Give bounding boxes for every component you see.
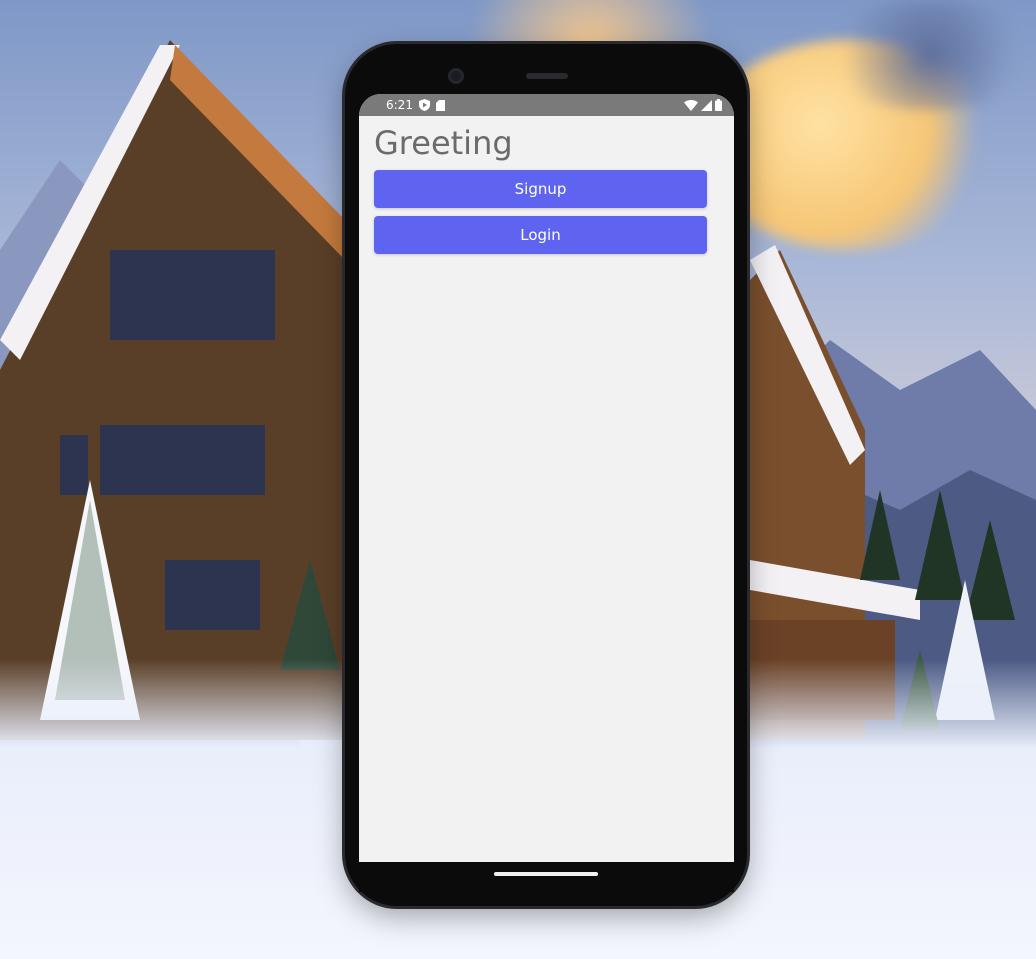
earpiece-speaker [526, 73, 568, 79]
signup-button[interactable]: Signup [374, 170, 707, 208]
android-emulator-phone: 6:21 Greeting Signup Login [345, 44, 747, 906]
status-bar: 6:21 [359, 94, 734, 116]
login-button[interactable]: Login [374, 216, 707, 254]
status-bar-left: 6:21 [386, 98, 445, 112]
front-camera [448, 68, 464, 84]
sd-card-icon [435, 99, 445, 111]
battery-icon [715, 99, 722, 111]
home-gesture-handle[interactable] [494, 872, 598, 876]
gesture-navigation-bar [359, 862, 734, 892]
status-time: 6:21 [386, 98, 413, 112]
wifi-icon [684, 99, 698, 111]
status-bar-right [684, 99, 722, 111]
phone-screen: 6:21 Greeting Signup Login [359, 94, 734, 862]
cellular-signal-icon [701, 99, 712, 111]
app-title: Greeting [374, 124, 513, 162]
play-protect-icon [418, 99, 430, 111]
desktop-wallpaper: 6:21 Greeting Signup Login [0, 0, 1036, 959]
